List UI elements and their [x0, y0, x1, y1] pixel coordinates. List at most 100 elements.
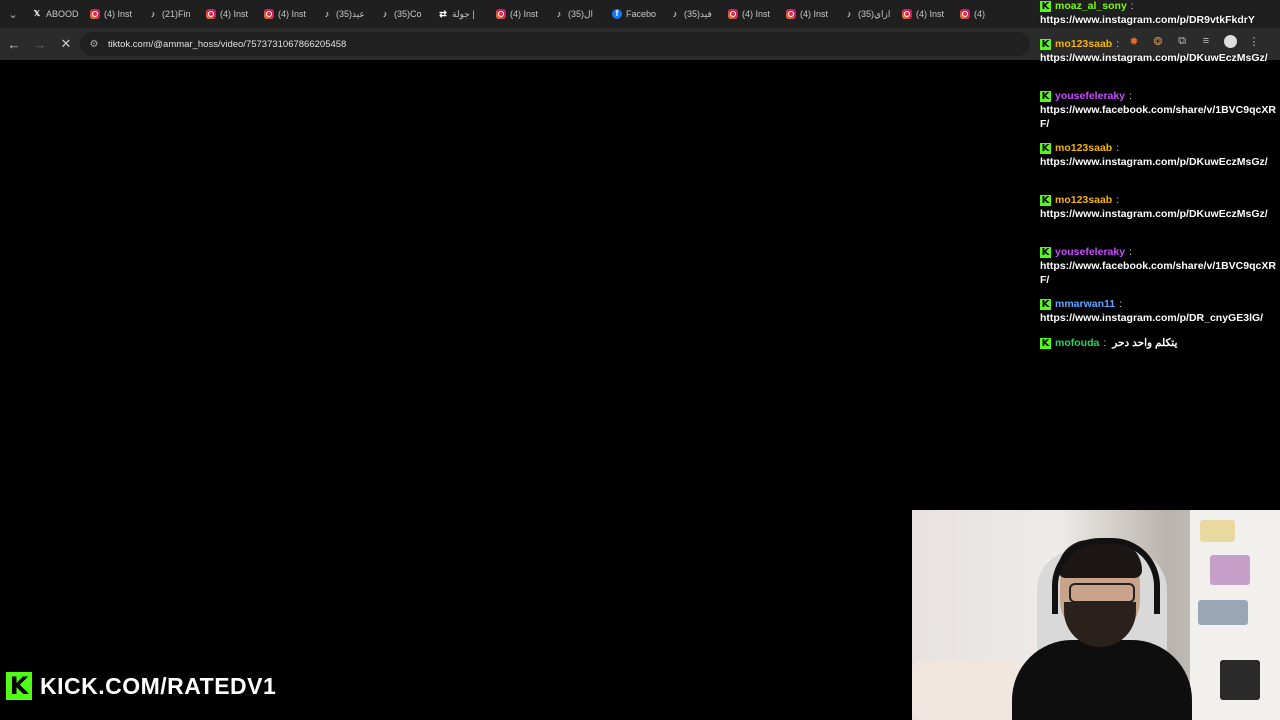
back-button[interactable]: ← — [2, 32, 26, 56]
chat-message-header: Kyousefeleraky: — [1040, 90, 1278, 103]
chat-message-text: https://www.facebook.com/share/v/1BVC9qc… — [1040, 260, 1276, 286]
chat-message-text: https://www.instagram.com/p/DKuwEczMsGz/ — [1040, 156, 1268, 168]
kick-badge-icon: K — [1040, 91, 1051, 102]
webcam-feed — [912, 510, 1280, 720]
chat-separator: : — [1129, 245, 1132, 258]
tiktok-icon: ♪ — [382, 8, 388, 19]
chat-message-header: Kmmarwan11: — [1040, 298, 1278, 311]
tiktok-icon: ♪ — [556, 8, 562, 19]
kick-logo-icon: K — [6, 672, 32, 700]
browser-tab[interactable]: ♪ (35)Co — [374, 0, 432, 28]
browser-tab[interactable]: (4) Inst — [200, 0, 258, 28]
browser-tab[interactable]: ♪ (35)ازاي — [838, 0, 896, 28]
browser-tab[interactable]: (4) Inst — [780, 0, 838, 28]
browser-tab[interactable]: (4) Inst — [722, 0, 780, 28]
tab-label: (4) Inst — [510, 9, 539, 19]
kick-badge-icon: K — [1040, 338, 1051, 349]
chat-username[interactable]: mmarwan11 — [1055, 298, 1115, 312]
browser-tab[interactable]: (4) — [954, 0, 1012, 28]
tab-label: (4) Inst — [742, 9, 771, 19]
chat-message-header: Kmofouda: يتكلم واحد دحر — [1040, 337, 1278, 350]
channel-url-text: KICK.COM/RATEDV1 — [40, 672, 277, 699]
tiktok-icon: ♪ — [672, 8, 678, 19]
browser-tab[interactable]: (4) Inst — [258, 0, 316, 28]
tab-label: (35)ال — [568, 8, 594, 19]
facebook-icon: f — [612, 9, 622, 19]
chat-separator: : — [1116, 37, 1120, 50]
chat-separator: : — [1116, 193, 1120, 206]
chat-username[interactable]: mo123saab — [1055, 142, 1112, 156]
kick-badge-icon: K — [1040, 247, 1051, 258]
tab-label: ABOOD — [46, 9, 79, 19]
chat-username[interactable]: yousefeleraky — [1055, 246, 1125, 260]
tab-label: (4) Inst — [278, 9, 307, 19]
other-icon: ⇄ — [439, 8, 447, 19]
browser-tab[interactable]: 𝕏 ABOOD — [26, 0, 84, 28]
browser-tab[interactable]: (4) Inst — [490, 0, 548, 28]
tab-label: (4) Inst — [916, 9, 945, 19]
instagram-icon — [728, 9, 738, 19]
browser-tab[interactable]: (4) Inst — [84, 0, 142, 28]
tiktok-icon: ♪ — [846, 8, 852, 19]
tab-label: Facebo — [626, 9, 657, 19]
browser-tab[interactable]: ⇄ جولة | — [432, 0, 490, 28]
instagram-icon — [496, 9, 506, 19]
instagram-icon — [264, 9, 274, 19]
chat-message-text: يتكلم واحد دحر — [1112, 336, 1178, 349]
browser-tab[interactable]: (4) Inst — [896, 0, 954, 28]
tab-label: (35)عيد — [336, 8, 365, 19]
bed — [912, 660, 1022, 720]
browser-tab[interactable]: ♪ (35)ال — [548, 0, 606, 28]
chat-separator: : — [1103, 336, 1107, 349]
tab-label: (4) Inst — [800, 9, 829, 19]
chat-message: Kmo123saab: https://www.instagram.com/p/D… — [1040, 194, 1278, 222]
browser-tab[interactable]: f Facebo — [606, 0, 664, 28]
instagram-icon — [90, 9, 100, 19]
chat-message-header: Kmo123saab: — [1040, 142, 1278, 155]
site-info-icon[interactable]: ⚙ — [86, 36, 102, 52]
tab-label: (4) Inst — [104, 9, 133, 19]
chat-username[interactable]: mo123saab — [1055, 194, 1112, 208]
chat-message: Kmmarwan11: https://www.instagram.com/p/D… — [1040, 298, 1278, 326]
chat-separator: : — [1130, 0, 1134, 12]
instagram-icon — [960, 9, 970, 19]
instagram-icon — [902, 9, 912, 19]
stop-loading-button[interactable]: ✕ — [54, 32, 78, 56]
browser-tab[interactable]: ♪ (21)Fin — [142, 0, 200, 28]
chat-message-header: Kmo123saab: — [1040, 194, 1278, 207]
tiktok-icon: ♪ — [324, 8, 330, 19]
shelf — [1190, 510, 1280, 720]
tab-search-chevron-icon[interactable]: ⌄ — [0, 0, 26, 28]
tab-label: (35)فيد — [684, 8, 712, 19]
x-icon: 𝕏 — [33, 9, 41, 18]
chat-message: Kmo123saab: https://www.instagram.com/p/D… — [1040, 38, 1278, 66]
forward-button[interactable]: → — [28, 32, 52, 56]
browser-tab[interactable]: ♪ (35)عيد — [316, 0, 374, 28]
address-bar[interactable]: ⚙ tiktok.com/@ammar_hoss/video/757373106… — [80, 32, 1030, 56]
chat-username[interactable]: mofouda — [1055, 337, 1099, 351]
tab-label: (4) — [974, 9, 985, 19]
chat-username[interactable]: moaz_al_sony — [1055, 0, 1127, 13]
url-text[interactable]: tiktok.com/@ammar_hoss/video/75737310678… — [108, 39, 346, 50]
person-torso — [1012, 640, 1192, 720]
tab-label: (4) Inst — [220, 9, 249, 19]
kick-badge-icon: K — [1040, 143, 1051, 154]
headset — [1052, 538, 1160, 614]
kick-badge-icon: K — [1040, 39, 1051, 50]
chat-message-header: Kmoaz_al_sony: — [1040, 0, 1278, 13]
tab-label: (35)ازاي — [858, 8, 891, 19]
chat-username[interactable]: yousefeleraky — [1055, 90, 1125, 104]
tab-label: (21)Fin — [162, 9, 191, 19]
instagram-icon — [206, 9, 216, 19]
chat-message: Kyousefeleraky: https://www.facebook.com/… — [1040, 90, 1278, 131]
chat-message: Kyousefeleraky: https://www.facebook.com/… — [1040, 246, 1278, 287]
browser-tab[interactable]: ♪ (35)فيد — [664, 0, 722, 28]
chat-message-text: https://www.instagram.com/p/DKuwEczMsGz/ — [1040, 208, 1268, 220]
chat-message-text: https://www.instagram.com/p/DR_cnyGE3lG/ — [1040, 312, 1264, 324]
chat-message: Kmo123saab: https://www.instagram.com/p/D… — [1040, 142, 1278, 170]
chat-message-header: Kmo123saab: — [1040, 38, 1278, 51]
tiktok-icon: ♪ — [150, 8, 156, 19]
chat-message-text: https://www.facebook.com/share/v/1BVC9qc… — [1040, 104, 1276, 130]
instagram-icon — [786, 9, 796, 19]
chat-username[interactable]: mo123saab — [1055, 38, 1112, 52]
